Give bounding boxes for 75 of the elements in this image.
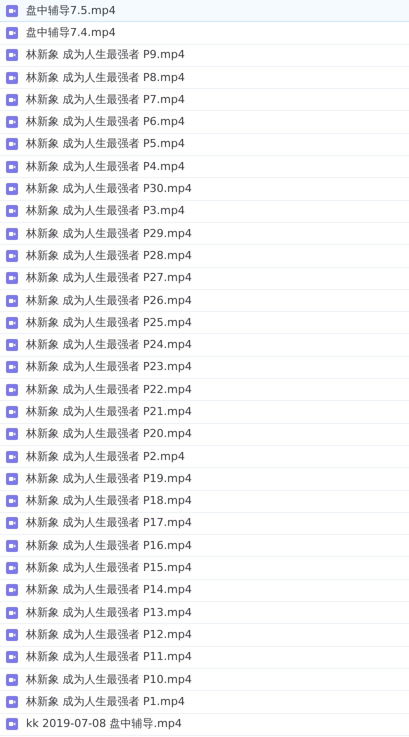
video-file-icon <box>6 72 18 84</box>
file-name: 林新象 成为人生最强者 P5.mp4 <box>26 137 185 152</box>
file-name: 林新象 成为人生最强者 P24.mp4 <box>26 338 192 352</box>
file-name: 林新象 成为人生最强者 P15.mp4 <box>26 561 192 576</box>
video-file-icon <box>6 205 18 218</box>
file-row[interactable]: 林新象 成为人生最强者 P14.mp4 <box>0 580 409 602</box>
file-name: 林新象 成为人生最强者 P28.mp4 <box>26 248 192 263</box>
file-name: 林新象 成为人生最强者 P22.mp4 <box>26 382 192 397</box>
video-file-icon <box>6 628 18 641</box>
file-row[interactable]: 林新象 成为人生最强者 P18.mp4 <box>0 490 409 513</box>
file-name: 林新象 成为人生最强者 P8.mp4 <box>26 70 185 85</box>
file-name: 林新象 成为人生最强者 P7.mp4 <box>26 92 185 107</box>
video-file-icon <box>6 4 18 17</box>
file-name: 林新象 成为人生最强者 P10.mp4 <box>26 672 192 687</box>
file-name: 林新象 成为人生最强者 P16.mp4 <box>26 538 192 553</box>
file-name: 林新象 成为人生最强者 P2.mp4 <box>26 450 185 464</box>
video-file-icon <box>6 584 18 596</box>
file-name: 林新象 成为人生最强者 P13.mp4 <box>26 606 192 620</box>
file-name: 林新象 成为人生最强者 P1.mp4 <box>26 694 185 709</box>
video-file-icon <box>6 361 18 374</box>
video-file-icon <box>6 160 18 173</box>
file-name: 林新象 成为人生最强者 P21.mp4 <box>26 404 192 419</box>
video-file-icon <box>6 94 18 106</box>
file-name: 林新象 成为人生最强者 P27.mp4 <box>26 271 192 286</box>
video-file-icon <box>6 606 18 619</box>
video-file-icon <box>6 228 18 240</box>
file-name: 林新象 成为人生最强者 P6.mp4 <box>26 115 185 130</box>
file-name: 林新象 成为人生最强者 P12.mp4 <box>26 628 192 642</box>
video-file-icon <box>6 696 18 708</box>
file-name: 林新象 成为人生最强者 P9.mp4 <box>26 48 185 62</box>
video-file-icon <box>6 406 18 418</box>
file-row[interactable]: 林新象 成为人生最强者 P9.mp4 <box>0 44 409 67</box>
file-row[interactable]: 林新象 成为人生最强者 P3.mp4 <box>0 200 409 223</box>
file-row[interactable]: 林新象 成为人生最强者 P27.mp4 <box>0 268 409 290</box>
file-name: 林新象 成为人生最强者 P26.mp4 <box>26 294 192 308</box>
file-name: 林新象 成为人生最强者 P30.mp4 <box>26 182 192 196</box>
video-file-icon <box>6 651 18 664</box>
video-file-icon <box>6 316 18 329</box>
video-file-icon <box>6 674 18 686</box>
video-file-icon <box>6 272 18 284</box>
file-name: 盘中辅导7.4.mp4 <box>26 26 116 40</box>
file-name: 林新象 成为人生最强者 P17.mp4 <box>26 516 192 530</box>
video-file-icon <box>6 116 18 128</box>
video-file-icon <box>6 450 18 463</box>
video-file-icon <box>6 540 18 552</box>
file-row[interactable]: 林新象 成为人生最强者 P20.mp4 <box>0 424 409 446</box>
file-name: 盘中辅导7.5.mp4 <box>26 4 116 18</box>
video-file-icon <box>6 472 18 485</box>
video-file-icon <box>6 428 18 440</box>
video-file-icon <box>6 495 18 508</box>
video-file-icon <box>6 339 18 352</box>
file-name: 林新象 成为人生最强者 P3.mp4 <box>26 204 185 218</box>
file-name: 林新象 成为人生最强者 P19.mp4 <box>26 472 192 486</box>
file-row[interactable]: 盘中辅导7.5.mp4 <box>0 0 409 22</box>
file-name: 林新象 成为人生最强者 P4.mp4 <box>26 160 185 174</box>
video-file-icon <box>6 26 18 39</box>
file-name: 林新象 成为人生最强者 P20.mp4 <box>26 427 192 442</box>
file-name: kk 2019-07-08 盘中辅导.mp4 <box>26 717 182 732</box>
file-name: 林新象 成为人生最强者 P23.mp4 <box>26 360 192 374</box>
video-file-icon <box>6 250 18 262</box>
file-name: 林新象 成为人生最强者 P25.mp4 <box>26 316 192 330</box>
video-file-icon <box>6 183 18 196</box>
file-row[interactable]: 林新象 成为人生最强者 P11.mp4 <box>0 646 409 669</box>
file-name: 林新象 成为人生最强者 P14.mp4 <box>26 583 192 598</box>
video-file-icon <box>6 517 18 530</box>
video-file-icon <box>6 384 18 396</box>
video-file-icon <box>6 562 18 574</box>
video-file-icon <box>6 718 18 730</box>
file-row[interactable]: kk 2019-07-08 盘中辅导.mp4 <box>0 714 409 736</box>
file-name: 林新象 成为人生最强者 P18.mp4 <box>26 494 192 508</box>
video-file-icon <box>6 138 18 150</box>
file-name: 林新象 成为人生最强者 P11.mp4 <box>26 650 192 664</box>
video-file-icon <box>6 294 18 306</box>
video-file-icon <box>6 49 18 62</box>
file-name: 林新象 成为人生最强者 P29.mp4 <box>26 226 192 241</box>
